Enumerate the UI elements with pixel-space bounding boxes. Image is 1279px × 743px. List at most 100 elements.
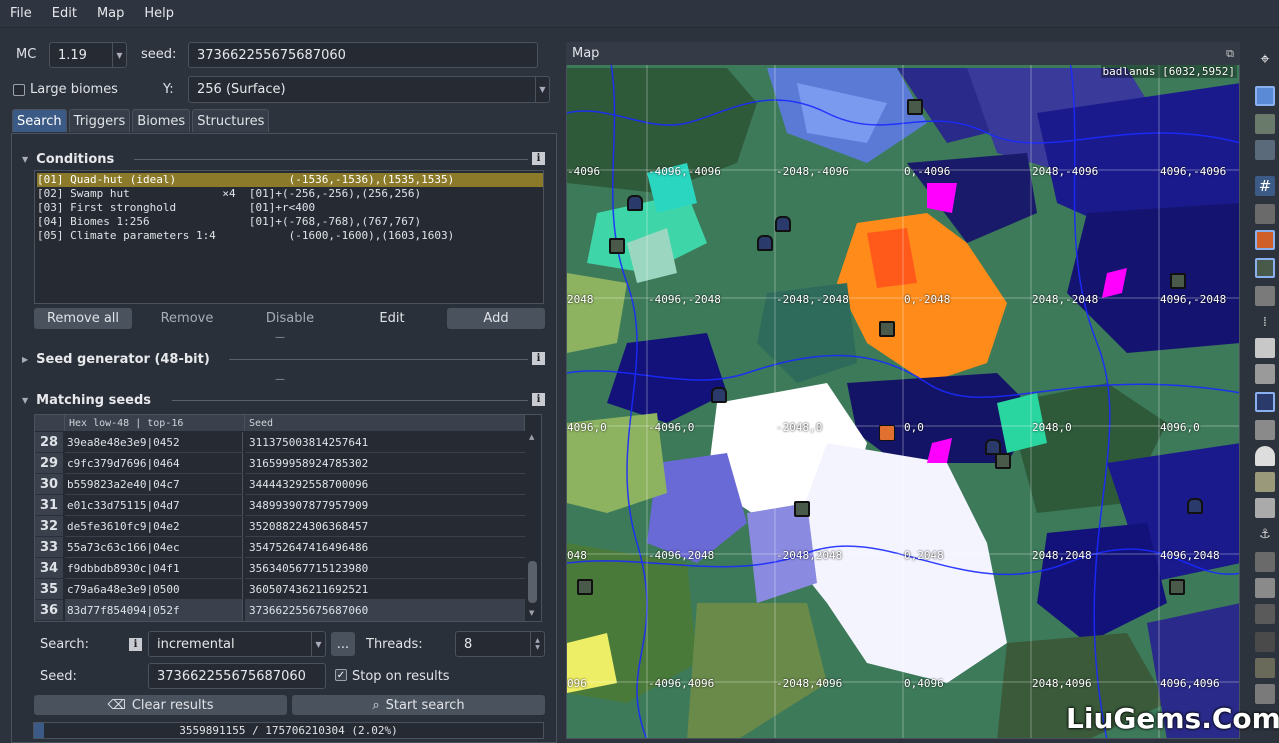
- condition-item[interactable]: [05] Climate parameters 1:4 (-1600,-1600…: [37, 229, 454, 243]
- desert-temple-icon[interactable]: [1255, 338, 1275, 358]
- village-icon[interactable]: [1169, 579, 1185, 595]
- scrollbar-thumb[interactable]: [528, 561, 537, 603]
- chevron-down-icon[interactable]: ▼: [529, 609, 534, 617]
- info-icon[interactable]: i: [532, 393, 545, 406]
- condition-item[interactable]: [04] Biomes 1:256 [01]+(-768,-768),(767,…: [37, 215, 421, 229]
- bastion-icon[interactable]: [1255, 632, 1275, 652]
- large-biomes-checkbox[interactable]: [13, 84, 25, 96]
- village-icon[interactable]: [1170, 273, 1186, 289]
- village-icon[interactable]: [609, 238, 625, 254]
- search-mode-select[interactable]: incremental ▼: [148, 631, 326, 657]
- column-header-hex[interactable]: Hex low-48 | top-16: [65, 415, 245, 431]
- village-icon[interactable]: [995, 453, 1011, 469]
- swamp-hut-icon[interactable]: [985, 439, 1001, 455]
- matching-seeds-header[interactable]: ▼ Matching seeds: [22, 393, 151, 408]
- slime-chunk-icon[interactable]: [1255, 204, 1275, 224]
- info-icon[interactable]: i: [532, 152, 545, 165]
- tab-triggers[interactable]: Triggers: [68, 109, 131, 132]
- mc-version-select[interactable]: 1.19 ▼: [49, 42, 127, 68]
- splitter-handle[interactable]: —: [275, 332, 285, 343]
- clear-results-button[interactable]: ⌫ Clear results: [34, 695, 287, 715]
- noise-layer-icon[interactable]: [1255, 140, 1275, 160]
- swamp-hut-icon[interactable]: [627, 195, 643, 211]
- matching-seeds-table[interactable]: Hex low-48 | top-16 Seed 28 39ea8e48e3e9|…: [34, 414, 542, 622]
- table-row[interactable]: 33 55a73c63c166|04ec 354752647416496486: [35, 537, 525, 558]
- search-progress-bar: 3559891155 / 175706210304 (2.02%): [33, 722, 544, 739]
- village-icon[interactable]: [907, 99, 923, 115]
- swamp-hut-toggle-icon[interactable]: [1255, 392, 1275, 412]
- condition-item[interactable]: [02] Swamp hut ×4 [01]+(-256,-256),(256,…: [37, 187, 421, 201]
- table-scrollbar[interactable]: ▲ ▼: [525, 431, 541, 621]
- table-row[interactable]: 31 e01c33d75115|04d7 348993907877957909: [35, 495, 525, 516]
- edit-button[interactable]: Edit: [343, 308, 441, 329]
- menu-file[interactable]: File: [0, 6, 42, 21]
- condition-item[interactable]: [01] Quad-hut (ideal) (-1536,-1536),(153…: [37, 173, 543, 187]
- swamp-hut-icon[interactable]: [1187, 498, 1203, 514]
- ocean-monument-icon[interactable]: [1255, 420, 1275, 440]
- table-row[interactable]: 28 39ea8e48e3e9|0452 311375003814257641: [35, 432, 525, 453]
- conditions-list[interactable]: [01] Quad-hut (ideal) (-1536,-1536),(153…: [34, 170, 544, 304]
- spawn-icon[interactable]: [1255, 230, 1275, 250]
- disable-button[interactable]: Disable: [241, 308, 339, 329]
- stronghold-icon[interactable]: ⁞: [1255, 312, 1275, 332]
- biome-layer-icon[interactable]: [1255, 86, 1275, 106]
- spawn-house-icon[interactable]: [879, 425, 895, 441]
- start-seed-input[interactable]: 373662255675687060: [148, 663, 326, 689]
- tab-biomes[interactable]: Biomes: [132, 109, 191, 132]
- table-row[interactable]: 32 de5fe3610fc9|04e2 352088224306368457: [35, 516, 525, 537]
- seed-input[interactable]: 373662255675687060: [188, 42, 538, 68]
- gateway-icon[interactable]: [1255, 684, 1275, 704]
- column-header-seed[interactable]: Seed: [245, 415, 525, 431]
- start-search-button[interactable]: ⌕ Start search: [292, 695, 545, 715]
- add-button[interactable]: Add: [447, 308, 545, 329]
- swamp-hut-icon[interactable]: [775, 216, 791, 232]
- treasure-icon[interactable]: [1255, 552, 1275, 572]
- swamp-hut-icon[interactable]: [711, 387, 727, 403]
- village-toggle-icon[interactable]: [1255, 258, 1275, 278]
- crosshair-icon[interactable]: ⌖: [1255, 49, 1275, 69]
- info-icon[interactable]: i: [532, 352, 545, 365]
- table-row[interactable]: 36 83d77f854094|052f 373662255675687060: [35, 600, 525, 621]
- end-city-icon[interactable]: [1255, 658, 1275, 678]
- splitter-handle[interactable]: —: [275, 374, 285, 385]
- village-icon[interactable]: [879, 321, 895, 337]
- swamp-hut-icon[interactable]: [757, 235, 773, 251]
- tab-search[interactable]: Search: [12, 109, 67, 132]
- conditions-header[interactable]: ▼ Conditions: [22, 152, 114, 167]
- mineshaft-icon[interactable]: [1255, 578, 1275, 598]
- info-icon[interactable]: i: [129, 638, 142, 651]
- chevron-up-icon[interactable]: ▲: [529, 433, 534, 441]
- stop-on-results-checkbox[interactable]: ✓: [335, 669, 347, 681]
- grid-icon[interactable]: #: [1255, 176, 1275, 196]
- ruined-portal-icon[interactable]: [1255, 286, 1275, 306]
- village-icon[interactable]: [794, 501, 810, 517]
- menu-map[interactable]: Map: [87, 6, 134, 21]
- y-layer-select[interactable]: 256 (Surface) ▼: [188, 76, 550, 103]
- jungle-temple-icon[interactable]: [1255, 364, 1275, 384]
- seed-generator-header[interactable]: ▶ Seed generator (48-bit): [22, 352, 210, 367]
- spin-arrows-icon[interactable]: ▲ ▼: [530, 632, 544, 656]
- table-row[interactable]: 30 b559823a2e40|04c7 344443292558700096: [35, 474, 525, 495]
- outpost-icon[interactable]: [1255, 472, 1275, 492]
- condition-item[interactable]: [03] First stronghold [01]+r<400: [37, 201, 315, 215]
- terrain-layer-icon[interactable]: [1255, 114, 1275, 134]
- biome-map[interactable]: -4096 -4096,-4096 -2048,-4096 0,-4096 2048,-…: [566, 42, 1240, 739]
- menu-help[interactable]: Help: [134, 6, 184, 21]
- igloo-icon[interactable]: [1255, 446, 1275, 466]
- search-options-button[interactable]: ...: [331, 632, 355, 656]
- remove-button[interactable]: Remove: [138, 308, 236, 329]
- map-status-readout: badlands [6032,5952]: [1100, 65, 1237, 78]
- threads-spinbox[interactable]: 8 ▲ ▼: [455, 631, 545, 657]
- undock-icon[interactable]: ⧉: [1226, 47, 1234, 61]
- menu-edit[interactable]: Edit: [42, 6, 87, 21]
- biome-map-canvas[interactable]: [567, 43, 1240, 739]
- mansion-icon[interactable]: [1255, 498, 1275, 518]
- tab-structures[interactable]: Structures: [192, 109, 270, 132]
- remove-all-button[interactable]: Remove all: [34, 308, 132, 329]
- table-row[interactable]: 29 c9fc379d7696|0464 316599958924785302: [35, 453, 525, 474]
- table-row[interactable]: 35 c79a6a48e3e9|0500 360507436211692521: [35, 579, 525, 600]
- shipwreck-icon[interactable]: ⚓: [1255, 524, 1275, 544]
- table-row[interactable]: 34 f9dbbdb8930c|04f1 356340567715123980: [35, 558, 525, 579]
- village-icon[interactable]: [577, 579, 593, 595]
- fortress-icon[interactable]: [1255, 604, 1275, 624]
